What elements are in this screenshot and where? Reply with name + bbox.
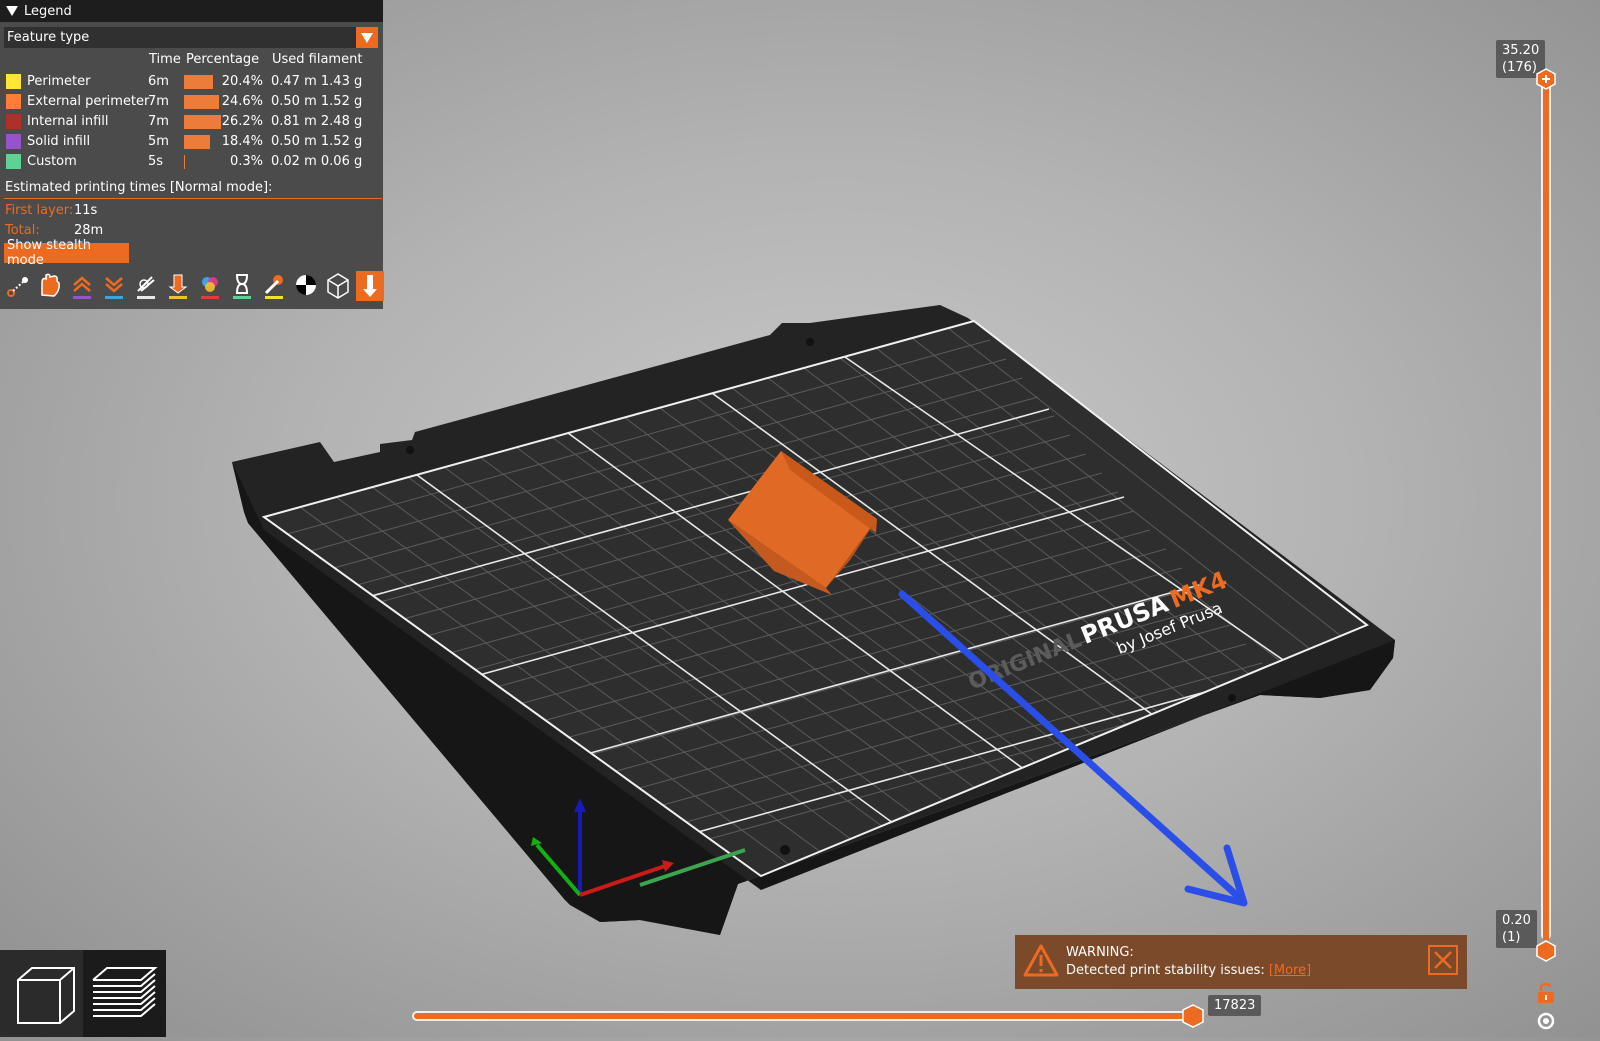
feature-percent: 24.6%: [221, 94, 263, 109]
layer-slider-bottom-label: 0.20 (1): [1496, 910, 1537, 948]
collapse-triangle-icon[interactable]: [6, 6, 18, 16]
feature-filament: 0.50 m 1.52 g: [271, 94, 363, 109]
feature-time: 5m: [148, 134, 169, 149]
tool-marker-icon[interactable]: [356, 271, 384, 301]
legend-panel: Legend Feature type Time Percentage Used…: [0, 0, 384, 309]
pause-icon[interactable]: [228, 271, 256, 301]
warning-notification: WARNING: Detected print stability issues…: [1015, 935, 1467, 989]
feature-name: External perimeter: [27, 94, 150, 109]
view-switcher: [0, 950, 166, 1037]
feature-time: 7m: [148, 94, 169, 109]
feature-filament: 0.47 m 1.43 g: [271, 74, 363, 89]
tool-changes-icon[interactable]: [164, 271, 192, 301]
show-stealth-mode-button[interactable]: Show stealth mode: [4, 238, 129, 268]
legend-header[interactable]: Legend: [0, 0, 383, 22]
center-of-gravity-icon[interactable]: [292, 271, 320, 301]
warning-message: Detected print stability issues: [More]: [1066, 963, 1312, 978]
column-percentage: Percentage: [186, 52, 260, 67]
feature-percent: 18.4%: [221, 134, 263, 149]
deretractions-icon[interactable]: [100, 271, 128, 301]
divider: [4, 198, 382, 199]
feature-time: 6m: [148, 74, 169, 89]
legend-title: Legend: [24, 3, 72, 19]
color-changes-icon[interactable]: [196, 271, 224, 301]
estimated-times-label: Estimated printing times [Normal mode]:: [5, 180, 273, 195]
3d-view-button[interactable]: [0, 950, 83, 1037]
first-layer-time: First layer: 11s: [5, 203, 98, 218]
close-icon: [1434, 951, 1452, 969]
feature-filament: 0.50 m 1.52 g: [271, 134, 363, 149]
custom-gcode-icon[interactable]: [260, 271, 288, 301]
color-swatch: [6, 114, 21, 129]
warning-title: WARNING:: [1066, 945, 1134, 960]
feature-filament: 0.02 m 0.06 g: [271, 154, 363, 169]
percentage-bar: [184, 95, 219, 109]
color-swatch: [6, 154, 21, 169]
feature-time: 5s: [148, 154, 164, 169]
close-button[interactable]: [1428, 945, 1458, 975]
cube-view-icon: [17, 967, 75, 1024]
seams-icon[interactable]: [132, 271, 160, 301]
percentage-bar: [184, 155, 185, 169]
feature-time: 7m: [148, 114, 169, 129]
feature-name: Internal infill: [27, 114, 109, 129]
layer-slider-top-thumb[interactable]: [1535, 68, 1557, 90]
column-used-filament: Used filament: [272, 52, 363, 67]
shells-icon[interactable]: [324, 271, 352, 301]
column-time: Time: [149, 52, 181, 67]
feature-filament: 0.81 m 2.48 g: [271, 114, 363, 129]
legend-row-external-perimeter[interactable]: External perimeter 7m 24.6% 0.50 m 1.52 …: [0, 92, 383, 112]
percentage-bar: [184, 135, 210, 149]
feature-name: Custom: [27, 154, 77, 169]
legend-row-custom[interactable]: Custom 5s 0.3% 0.02 m 0.06 g: [0, 152, 383, 172]
warning-icon: [1023, 944, 1059, 977]
color-swatch: [6, 94, 21, 109]
feature-percent: 20.4%: [221, 74, 263, 89]
view-type-value: Feature type: [7, 30, 90, 45]
layers-view-icon: [92, 967, 158, 1017]
more-link[interactable]: [More]: [1269, 963, 1311, 978]
feature-percent: 0.3%: [229, 154, 263, 169]
color-swatch: [6, 74, 21, 89]
feature-percent: 26.2%: [221, 114, 263, 129]
legend-row-perimeter[interactable]: Perimeter 6m 20.4% 0.47 m 1.43 g: [0, 72, 383, 92]
layer-slider-bottom-thumb[interactable]: [1535, 940, 1557, 962]
feature-name: Solid infill: [27, 134, 91, 149]
legend-row-internal-infill[interactable]: Internal infill 7m 26.2% 0.81 m 2.48 g: [0, 112, 383, 132]
feature-name: Perimeter: [27, 74, 91, 89]
color-swatch: [6, 134, 21, 149]
dropdown-arrow-icon[interactable]: [356, 27, 378, 48]
move-slider-label: 17823: [1208, 995, 1262, 1016]
travel-icon[interactable]: [4, 271, 32, 301]
legend-options-toolbar: [4, 271, 384, 303]
print-bed: ORIGINAL PRUSA MK4 by Josef Prusa: [232, 305, 1395, 935]
percentage-bar: [184, 75, 213, 89]
legend-row-solid-infill[interactable]: Solid infill 5m 18.4% 0.50 m 1.52 g: [0, 132, 383, 152]
layer-slider-range: [1543, 78, 1549, 940]
unlock-icon[interactable]: [1535, 982, 1557, 1004]
percentage-bar: [184, 115, 221, 129]
view-type-select[interactable]: Feature type: [4, 27, 378, 48]
move-slider-thumb[interactable]: [1181, 1004, 1205, 1028]
wipe-icon[interactable]: [36, 271, 64, 301]
gear-icon[interactable]: [1535, 1010, 1557, 1032]
total-time: Total: 28m: [5, 223, 104, 238]
move-slider-range: [414, 1013, 1184, 1019]
retractions-icon[interactable]: [68, 271, 96, 301]
preview-view-button[interactable]: [83, 950, 166, 1037]
